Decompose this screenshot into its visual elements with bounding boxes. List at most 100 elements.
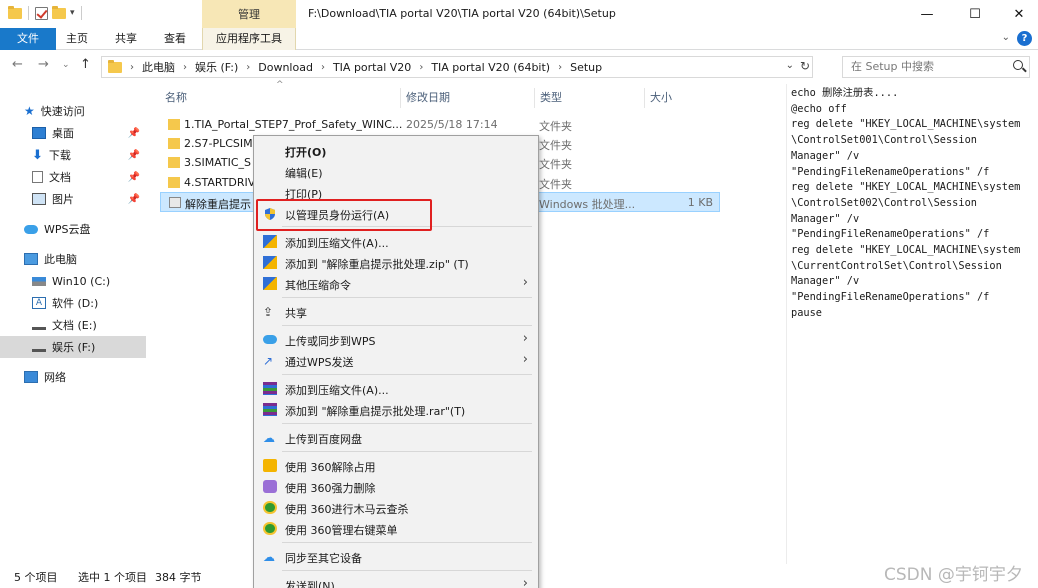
maximize-button[interactable]: ☐ [952, 0, 998, 28]
column-header-type[interactable]: 类型 [540, 88, 562, 108]
preview-line: \CurrentControlSet\Control\Session [791, 259, 1002, 272]
menu-item-360-scan[interactable]: 使用 360进行木马云查杀 [254, 497, 538, 518]
nav-quick-access[interactable]: ★ 快速访问 [0, 100, 146, 122]
column-header-size[interactable]: 大小 [650, 88, 672, 108]
menu-label: 添加到压缩文件(A)... [285, 237, 389, 250]
refresh-icon[interactable]: ↻ [800, 59, 810, 73]
help-icon[interactable]: ? [1017, 31, 1032, 46]
nav-drive-f[interactable]: 娱乐 (F:) [0, 336, 146, 358]
menu-item-open[interactable]: 打开(O) [254, 140, 538, 161]
menu-item-other-compress[interactable]: 其他压缩命令 › [254, 273, 538, 294]
menu-item-360-delete[interactable]: 使用 360强力删除 [254, 476, 538, 497]
menu-item-sync-devices[interactable]: ☁ 同步至其它设备 [254, 546, 538, 567]
menu-item-send-to[interactable]: 发送到(N) › [254, 574, 538, 588]
forward-icon[interactable]: → [38, 57, 49, 72]
address-bar[interactable]: › 此电脑 › 娱乐 (F:) › Download › TIA portal … [101, 56, 813, 78]
file-row[interactable]: 1.TIA_Portal_STEP7_Prof_Safety_WINC... 2… [160, 115, 720, 135]
column-header-name[interactable]: 名称 [165, 88, 187, 108]
column-divider[interactable] [400, 88, 401, 108]
file-name: 2.S7-PLCSIM [184, 137, 253, 150]
breadcrumb-tia-v20[interactable]: TIA portal V20 [333, 61, 411, 74]
properties-icon[interactable] [35, 6, 48, 20]
column-header-date[interactable]: 修改日期 [406, 88, 450, 108]
nav-drive-c[interactable]: Win10 (C:) [0, 270, 146, 292]
minimize-button[interactable]: — [904, 0, 950, 28]
menu-item-add-archive[interactable]: 添加到压缩文件(A)... [254, 231, 538, 252]
menu-label: 发送到(N) [285, 580, 335, 588]
drive-icon: A [32, 297, 46, 309]
file-name: 解除重启提示 [185, 198, 251, 211]
pin-icon[interactable]: 📌 [128, 128, 140, 139]
nav-network[interactable]: 网络 [0, 366, 146, 388]
expand-ribbon-icon[interactable]: ⌄ [1002, 32, 1010, 43]
tab-application-tools[interactable]: 应用程序工具 [202, 28, 296, 50]
close-button[interactable]: ✕ [996, 0, 1038, 28]
customize-toolbar-icon[interactable]: ▾ [70, 8, 75, 18]
new-folder-icon[interactable] [52, 5, 66, 19]
preview-line: Manager" /v [791, 212, 860, 225]
preview-line: reg delete "HKEY_LOCAL_MACHINE\system [791, 244, 1021, 257]
tab-home[interactable]: 主页 [58, 28, 96, 50]
column-divider[interactable] [644, 88, 645, 108]
picture-icon [32, 193, 46, 205]
breadcrumb-download[interactable]: Download [258, 61, 313, 74]
chevron-right-icon: › [522, 275, 528, 290]
nav-label: WPS云盘 [44, 223, 91, 236]
share-icon: ⇪ [263, 305, 274, 319]
ribbon-tabs: 文件 主页 共享 查看 应用程序工具 ⌄ ? [0, 28, 1038, 50]
menu-item-edit[interactable]: 编辑(E) [254, 161, 538, 182]
nav-desktop[interactable]: 桌面 📌 [0, 122, 146, 144]
back-icon[interactable]: ← [12, 57, 23, 72]
watermark: CSDN @宇钶宇夕 [884, 565, 1023, 585]
address-dropdown-icon[interactable]: ⌄ [786, 60, 794, 71]
preview-pane: echo 删除注册表.... @echo off reg delete "HKEY_… [786, 84, 1038, 564]
search-placeholder: 在 Setup 中搜索 [851, 60, 935, 73]
menu-item-wps-sync[interactable]: 上传或同步到WPS › [254, 329, 538, 350]
menu-item-360-unlock[interactable]: 使用 360解除占用 [254, 455, 538, 476]
nav-wps-cloud[interactable]: WPS云盘 [0, 218, 146, 240]
sync-icon: ☁ [263, 550, 275, 564]
tab-share[interactable]: 共享 [107, 28, 145, 50]
send-icon: ↗ [263, 354, 274, 368]
nav-documents[interactable]: 文档 📌 [0, 166, 146, 188]
search-input[interactable]: 在 Setup 中搜索 [842, 56, 1030, 78]
menu-item-rar-add-named[interactable]: 添加到 "解除重启提示批处理.rar"(T) [254, 399, 538, 420]
nav-drive-d[interactable]: A 软件 (D:) [0, 292, 146, 314]
up-icon[interactable]: ↑ [80, 57, 91, 72]
menu-label: 添加到压缩文件(A)... [285, 384, 389, 397]
file-type: 文件夹 [539, 158, 572, 171]
nav-pictures[interactable]: 图片 📌 [0, 188, 146, 210]
menu-item-360-menu[interactable]: 使用 360管理右键菜单 [254, 518, 538, 539]
column-divider[interactable] [534, 88, 535, 108]
breadcrumb-setup[interactable]: Setup [570, 61, 602, 74]
folder-icon [108, 59, 122, 73]
menu-item-add-zip[interactable]: 添加到 "解除重启提示批处理.zip" (T) [254, 252, 538, 273]
download-icon: ⬇ [32, 147, 43, 163]
menu-divider [282, 423, 532, 424]
chevron-right-icon: › [522, 331, 528, 346]
nav-drive-e[interactable]: 文档 (E:) [0, 314, 146, 336]
tab-file[interactable]: 文件 [0, 28, 56, 50]
menu-item-share[interactable]: ⇪ 共享 [254, 301, 538, 322]
menu-label: 添加到 "解除重启提示批处理.rar"(T) [285, 405, 466, 418]
chevron-right-icon: › [522, 352, 528, 367]
pin-icon[interactable]: 📌 [128, 150, 140, 161]
tab-view[interactable]: 查看 [156, 28, 194, 50]
recent-locations-icon[interactable]: ⌄ [62, 60, 70, 70]
nav-downloads[interactable]: ⬇ 下载 📌 [0, 144, 146, 166]
breadcrumb-this-pc[interactable]: 此电脑 [142, 59, 175, 75]
nav-this-pc[interactable]: 此电脑 [0, 248, 146, 270]
pin-icon[interactable]: 📌 [128, 172, 140, 183]
network-icon [24, 371, 38, 383]
menu-item-wps-send[interactable]: ↗ 通过WPS发送 › [254, 350, 538, 371]
menu-item-rar-add[interactable]: 添加到压缩文件(A)... [254, 378, 538, 399]
pin-icon[interactable]: 📌 [128, 194, 140, 205]
tab-manage[interactable]: 管理 [202, 0, 296, 28]
chevron-right-icon: › [558, 61, 563, 73]
nav-label: 文档 (E:) [52, 319, 97, 332]
menu-item-baidu[interactable]: ☁ 上传到百度网盘 [254, 427, 538, 448]
breadcrumb-drive-f[interactable]: 娱乐 (F:) [195, 59, 238, 75]
breadcrumb-tia-64bit[interactable]: TIA portal V20 (64bit) [431, 61, 550, 74]
preview-line: echo 删除注册表.... [791, 87, 899, 99]
nav-label: 娱乐 (F:) [52, 341, 96, 354]
